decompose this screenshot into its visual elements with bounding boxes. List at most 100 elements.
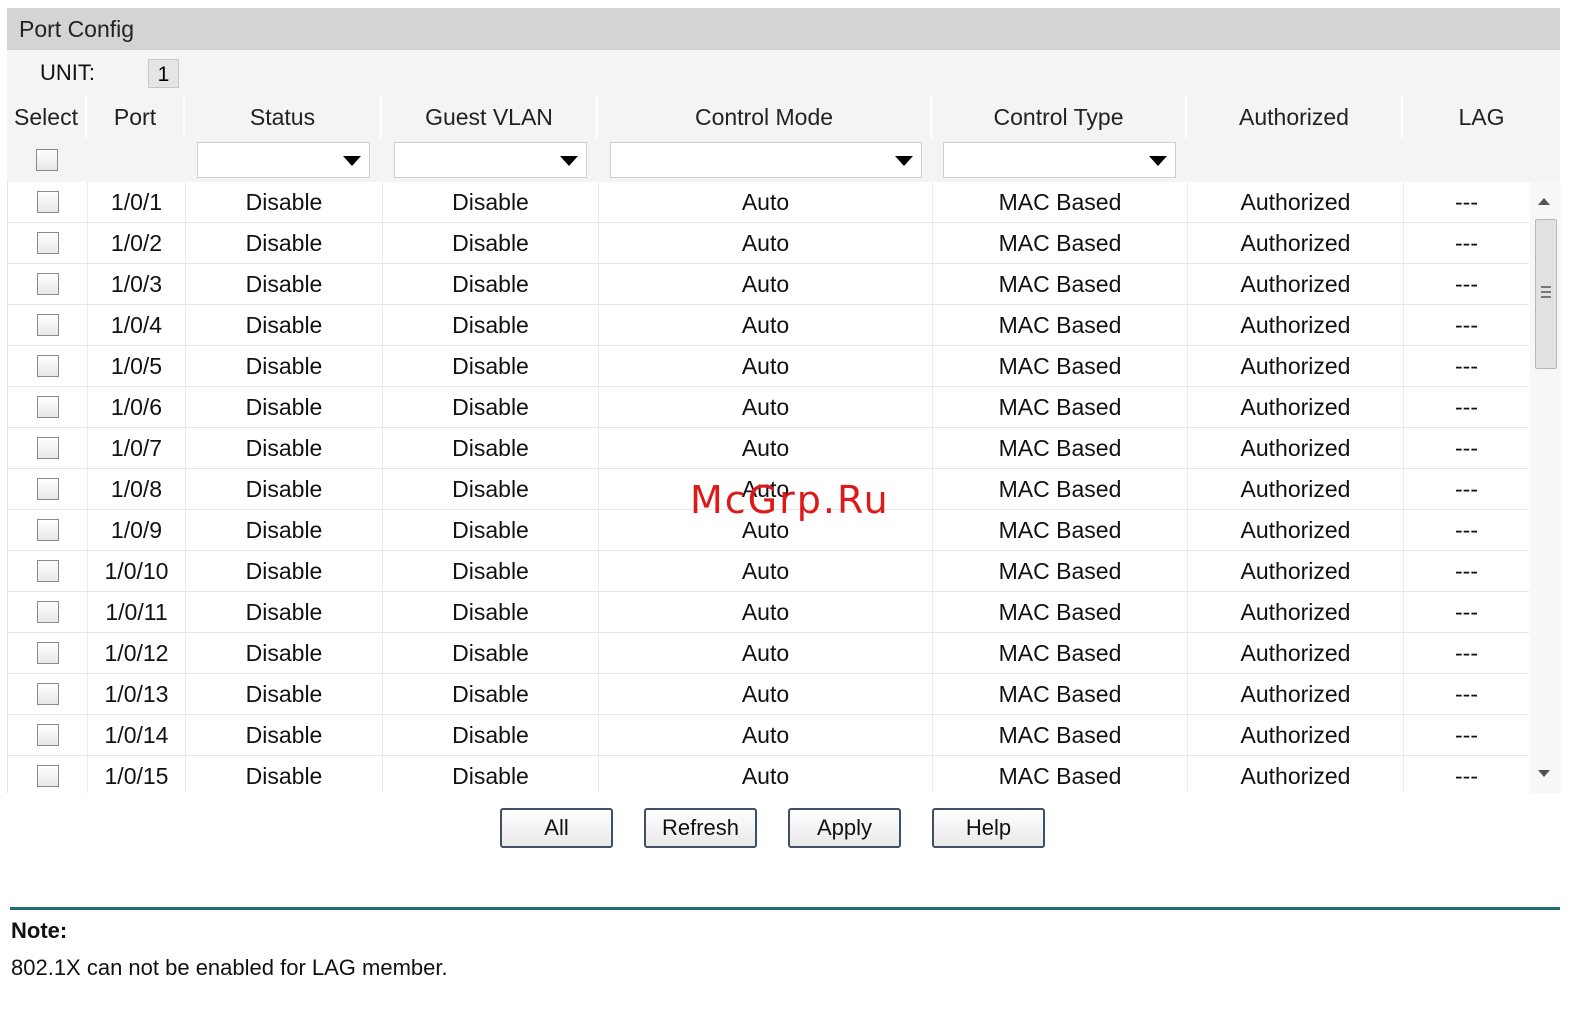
row-select-checkbox[interactable] (37, 191, 59, 213)
grip-icon (1541, 296, 1551, 298)
guest-vlan-filter-select[interactable] (394, 142, 587, 178)
arrow-up-icon[interactable] (1538, 198, 1550, 205)
port-cell: 1/0/11 (88, 592, 186, 632)
select-all-checkbox[interactable] (36, 149, 58, 171)
select-cell (8, 674, 88, 714)
row-select-checkbox[interactable] (37, 519, 59, 541)
guest-vlan-cell: Disable (383, 633, 599, 673)
arrow-down-icon[interactable] (1538, 770, 1550, 777)
row-select-checkbox[interactable] (37, 396, 59, 418)
lag-cell: --- (1455, 558, 1478, 584)
authorized-cell: Authorized (1188, 387, 1404, 427)
lag-cell: --- (1455, 353, 1478, 379)
lag-cell: --- (1455, 189, 1478, 215)
status-cell: Disable (186, 469, 383, 509)
table-row[interactable]: 1/0/14 Disable Disable Auto MAC Based Authori… (8, 715, 1529, 756)
status-cell: Disable (186, 264, 383, 304)
column-header-port: Port (87, 96, 185, 138)
row-select-checkbox[interactable] (37, 642, 59, 664)
guest-vlan-cell: Disable (383, 469, 599, 509)
row-select-checkbox[interactable] (37, 232, 59, 254)
table-row[interactable]: 1/0/9 Disable Disable Auto MAC Based Authoriz… (8, 510, 1529, 551)
unit-label: UNIT: (40, 60, 95, 85)
unit-selector[interactable]: 1 (148, 59, 179, 88)
note-text: 802.1X can not be enabled for LAG member… (11, 955, 448, 980)
scrollbar-thumb[interactable] (1535, 219, 1557, 369)
port-cell: 1/0/7 (88, 428, 186, 468)
port-config-panel: Port Config UNIT: 1 Select Port Status G… (7, 8, 1561, 793)
guest-vlan-cell: Disable (383, 551, 599, 591)
table-row[interactable]: 1/0/5 Disable Disable Auto MAC Based Authoriz… (8, 346, 1529, 387)
table-row[interactable]: 1/0/8 Disable Disable Auto MAC Based Authoriz… (8, 469, 1529, 510)
authorized-cell: Authorized (1188, 346, 1404, 386)
row-select-checkbox[interactable] (37, 355, 59, 377)
row-select-checkbox[interactable] (37, 273, 59, 295)
table-row[interactable]: 1/0/7 Disable Disable Auto MAC Based Authoriz… (8, 428, 1529, 469)
vertical-scrollbar[interactable] (1530, 182, 1561, 793)
column-header-select: Select (7, 96, 87, 138)
row-select-checkbox[interactable] (37, 683, 59, 705)
authorized-cell: Authorized (1188, 469, 1404, 509)
control-mode-cell: Auto (599, 428, 933, 468)
control-mode-cell: Auto (599, 674, 933, 714)
lag-cell: --- (1455, 517, 1478, 543)
table-row[interactable]: 1/0/3 Disable Disable Auto MAC Based Authoriz… (8, 264, 1529, 305)
guest-vlan-cell: Disable (383, 182, 599, 222)
control-type-cell: MAC Based (933, 510, 1188, 550)
table-row[interactable]: 1/0/6 Disable Disable Auto MAC Based Authoriz… (8, 387, 1529, 428)
status-cell: Disable (186, 510, 383, 550)
status-cell: Disable (186, 551, 383, 591)
table-row[interactable]: 1/0/13 Disable Disable Auto MAC Based Authori… (8, 674, 1529, 715)
authorized-cell: Authorized (1188, 674, 1404, 714)
authorized-cell: Authorized (1188, 223, 1404, 263)
authorized-cell: Authorized (1188, 182, 1404, 222)
row-select-checkbox[interactable] (37, 478, 59, 500)
guest-vlan-cell: Disable (383, 346, 599, 386)
table-header: Select Port Status Guest VLAN Control Mo… (7, 96, 1560, 138)
row-select-checkbox[interactable] (37, 765, 59, 787)
control-type-cell: MAC Based (933, 305, 1188, 345)
guest-vlan-cell: Disable (383, 264, 599, 304)
control-mode-cell: Auto (599, 633, 933, 673)
table-row[interactable]: 1/0/4 Disable Disable Auto MAC Based Authoriz… (8, 305, 1529, 346)
all-button[interactable]: All (500, 808, 613, 848)
help-button[interactable]: Help (932, 808, 1045, 848)
table-row[interactable]: 1/0/10 Disable Disable Auto MAC Based Authori… (8, 551, 1529, 592)
control-mode-cell: Auto (599, 551, 933, 591)
control-mode-cell: Auto (599, 469, 933, 509)
status-filter-select[interactable] (197, 142, 370, 178)
table-row[interactable]: 1/0/2 Disable Disable Auto MAC Based Authoriz… (8, 223, 1529, 264)
guest-vlan-cell: Disable (383, 592, 599, 632)
port-cell: 1/0/2 (88, 223, 186, 263)
panel-title: Port Config (7, 8, 1560, 50)
row-select-checkbox[interactable] (37, 560, 59, 582)
triangle-down-icon (343, 156, 361, 166)
refresh-button[interactable]: Refresh (644, 808, 757, 848)
table-row[interactable]: 1/0/11 Disable Disable Auto MAC Based Authori… (8, 592, 1529, 633)
column-header-lag: LAG (1458, 104, 1505, 130)
authorized-cell: Authorized (1188, 756, 1404, 793)
select-cell (8, 223, 88, 263)
filter-row (7, 138, 1560, 182)
status-cell: Disable (186, 756, 383, 793)
lag-cell: --- (1455, 394, 1478, 420)
row-select-checkbox[interactable] (37, 437, 59, 459)
select-cell (8, 592, 88, 632)
table-row[interactable]: 1/0/12 Disable Disable Auto MAC Based Authori… (8, 633, 1529, 674)
table-row[interactable]: 1/0/1 Disable Disable Auto MAC Based Authoriz… (8, 182, 1529, 223)
apply-button[interactable]: Apply (788, 808, 901, 848)
control-type-filter-select[interactable] (943, 142, 1176, 178)
triangle-down-icon (895, 156, 913, 166)
select-cell (8, 387, 88, 427)
select-cell (8, 182, 88, 222)
row-select-checkbox[interactable] (37, 724, 59, 746)
row-select-checkbox[interactable] (37, 601, 59, 623)
control-mode-cell: Auto (599, 387, 933, 427)
unit-row: UNIT: 1 (7, 50, 1560, 96)
select-cell (8, 346, 88, 386)
authorized-cell: Authorized (1188, 305, 1404, 345)
row-select-checkbox[interactable] (37, 314, 59, 336)
table-row[interactable]: 1/0/15 Disable Disable Auto MAC Based Authori… (8, 756, 1529, 793)
control-mode-filter-select[interactable] (610, 142, 922, 178)
control-type-cell: MAC Based (933, 633, 1188, 673)
